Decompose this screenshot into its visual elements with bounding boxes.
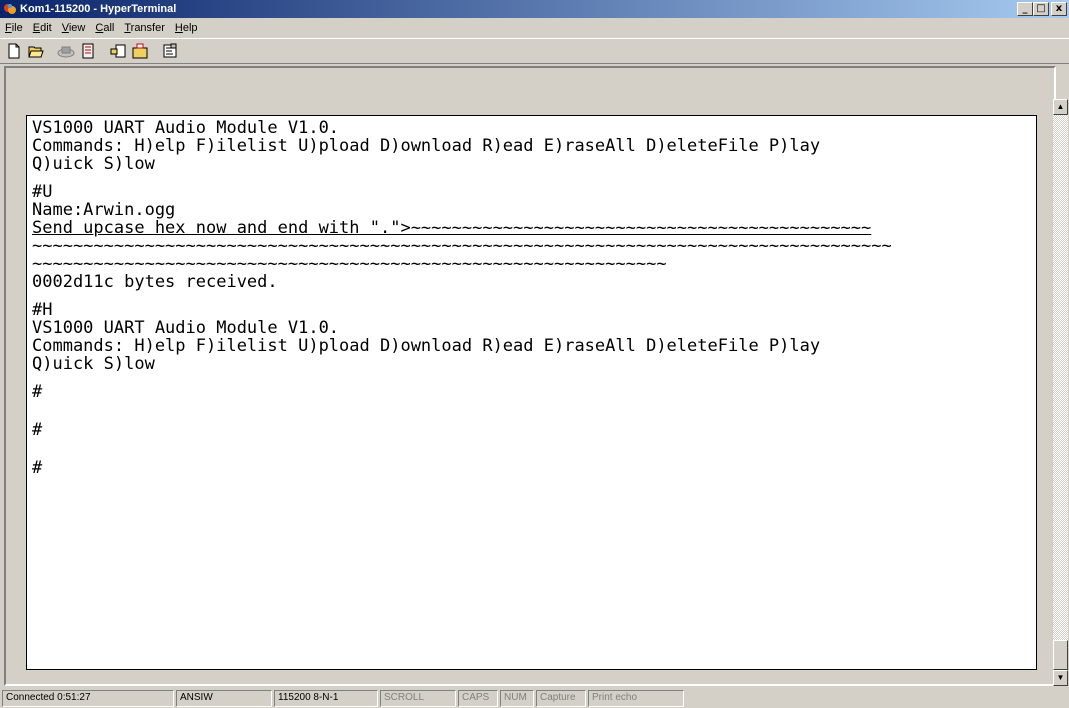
disconnect-button[interactable]: [55, 40, 77, 62]
terminal-line: Commands: H)elp F)ilelist U)pload D)ownl…: [32, 336, 821, 356]
terminal-line: 0002d11c bytes received.: [32, 272, 278, 292]
disconnect-icon: [57, 46, 75, 58]
close-button[interactable]: x: [1051, 2, 1067, 16]
terminal-line: VS1000 UART Audio Module V1.0.: [32, 118, 340, 138]
open-icon: [28, 46, 44, 58]
maximize-button[interactable]: □: [1033, 2, 1049, 16]
vertical-scrollbar[interactable]: ▲ ▼: [1053, 99, 1068, 686]
terminal-line: ~~~~~~~~~~~~~~~~~~~~~~~~~~~~~~~~~~~~~~~~…: [32, 236, 892, 256]
terminal-line: #: [32, 458, 43, 478]
toolbar: [0, 38, 1069, 64]
terminal-line: #: [32, 420, 43, 440]
send-button[interactable]: [107, 40, 129, 62]
scroll-down-button[interactable]: ▼: [1053, 670, 1068, 686]
menu-call[interactable]: Call: [90, 22, 119, 34]
status-emulation: ANSIW: [176, 689, 272, 707]
terminal-screen[interactable]: VS1000 UART Audio Module V1.0. Commands: …: [26, 115, 1037, 670]
menu-bar: File Edit View Call Transfer Help: [0, 18, 1069, 37]
properties-button[interactable]: [159, 40, 181, 62]
scroll-up-button[interactable]: ▲: [1053, 99, 1068, 115]
title-bar[interactable]: Kom1-115200 - HyperTerminal _ □ x: [0, 0, 1069, 18]
terminal-frame: VS1000 UART Audio Module V1.0. Commands: …: [4, 66, 1056, 686]
send-icon: [110, 44, 126, 58]
menu-help[interactable]: Help: [170, 22, 203, 34]
minimize-button[interactable]: _: [1017, 2, 1033, 16]
status-bar: Connected 0:51:27 ANSIW 115200 8-N-1 SCR…: [0, 688, 1069, 708]
terminal-line: VS1000 UART Audio Module V1.0.: [32, 318, 340, 338]
terminal-line: Q)uick S)low: [32, 154, 155, 174]
terminal-line: #H: [32, 300, 53, 320]
terminal-line: Name:Arwin.ogg: [32, 200, 176, 220]
status-capture: Capture: [536, 689, 586, 707]
new-icon: [8, 43, 20, 59]
menu-transfer[interactable]: Transfer: [119, 22, 170, 34]
status-print-echo: Print echo: [588, 689, 684, 707]
terminal-line: Commands: H)elp F)ilelist U)pload D)ownl…: [32, 136, 821, 156]
terminal-line: #: [32, 382, 43, 402]
call-icon: [82, 43, 94, 59]
terminal-line: #U: [32, 182, 53, 202]
status-scroll: SCROLL: [380, 689, 456, 707]
call-button[interactable]: [77, 40, 99, 62]
terminal-line: Send upcase hex now and end with ".">~~~…: [32, 218, 872, 238]
terminal-line: Q)uick S)low: [32, 354, 155, 374]
receive-button[interactable]: [129, 40, 151, 62]
receive-icon: [132, 43, 148, 59]
status-port-settings: 115200 8-N-1: [274, 689, 378, 707]
hyperterminal-icon: [3, 2, 17, 16]
status-caps: CAPS: [458, 689, 498, 707]
open-button[interactable]: [25, 40, 47, 62]
status-num: NUM: [500, 689, 534, 707]
window-title: Kom1-115200 - HyperTerminal: [20, 3, 177, 15]
menu-view[interactable]: View: [57, 22, 91, 34]
status-connected: Connected 0:51:27: [2, 689, 174, 707]
new-button[interactable]: [3, 40, 25, 62]
properties-icon: [163, 43, 177, 58]
menu-edit[interactable]: Edit: [28, 22, 57, 34]
terminal-line: ~~~~~~~~~~~~~~~~~~~~~~~~~~~~~~~~~~~~~~~~…: [32, 254, 667, 274]
menu-file[interactable]: File: [0, 22, 28, 34]
scroll-thumb[interactable]: [1053, 640, 1068, 670]
